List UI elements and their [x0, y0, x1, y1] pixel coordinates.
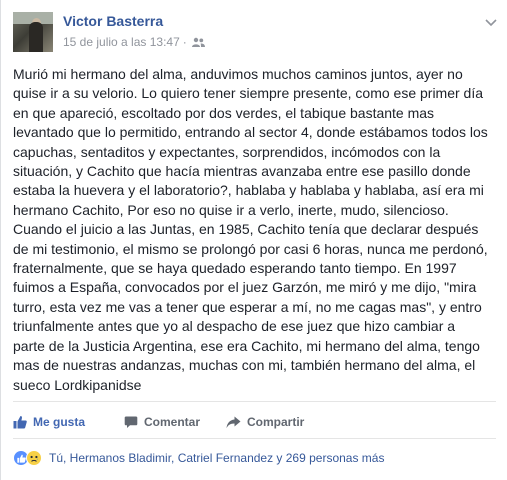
share-button[interactable]: Compartir [226, 412, 304, 432]
post-meta: 15 de julio a las 13:47 · [63, 35, 205, 49]
like-button-label: Me gusta [33, 415, 86, 429]
post-options-chevron-icon[interactable] [483, 14, 499, 30]
comment-button[interactable]: Comentar [124, 412, 200, 432]
comment-bubble-icon [124, 416, 138, 428]
reactions-summary[interactable]: Tú, Hermanos Bladimir, Catriel Fernandez… [13, 449, 496, 467]
post-body-text: Murió mi hermano del alma, anduvimos muc… [13, 66, 488, 393]
like-button[interactable]: Me gusta [13, 412, 85, 432]
post-actions-bar: Me gusta Comentar Compartir [13, 412, 496, 432]
author-name[interactable]: Victor Basterra [63, 13, 163, 29]
avatar-figure [29, 22, 43, 52]
author-avatar[interactable] [13, 12, 53, 52]
meta-separator: · [182, 35, 187, 49]
reactions-summary-text[interactable]: Tú, Hermanos Bladimir, Catriel Fernandez… [49, 451, 384, 465]
comment-button-label: Comentar [144, 415, 201, 429]
actions-top-divider [13, 401, 496, 402]
post-timestamp[interactable]: 15 de julio a las 13:47 [63, 35, 180, 49]
post-header: Victor Basterra 15 de julio a las 13:47 · [13, 12, 503, 56]
share-arrow-icon [226, 416, 241, 428]
reactions-top-divider [13, 438, 496, 439]
sad-reaction-icon [26, 450, 42, 466]
thumbs-up-icon [13, 416, 27, 429]
friends-icon[interactable] [191, 37, 205, 48]
share-button-label: Compartir [247, 415, 305, 429]
post-card: Victor Basterra 15 de julio a las 13:47 ·… [0, 0, 507, 480]
